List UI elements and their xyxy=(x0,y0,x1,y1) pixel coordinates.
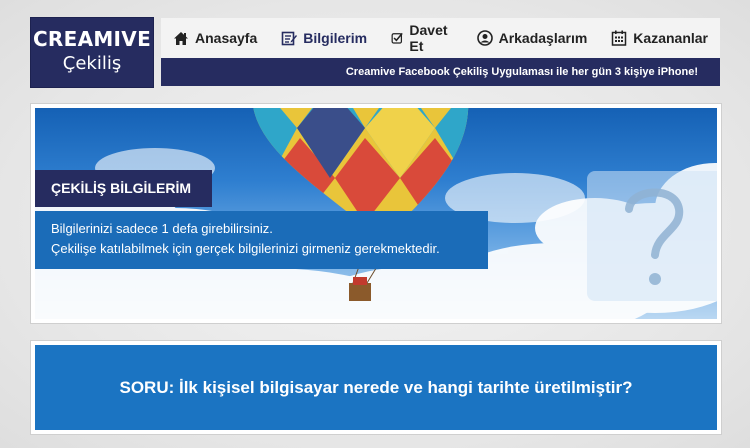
checkbox-icon xyxy=(391,32,403,44)
nav-item-davet-et[interactable]: Davet Et xyxy=(379,18,465,58)
hero-info-box: Bilgilerinizi sadece 1 defa girebilirsin… xyxy=(35,211,488,269)
hero-info-line-1: Bilgilerinizi sadece 1 defa girebilirsin… xyxy=(51,221,273,236)
edit-icon xyxy=(281,31,298,46)
question-mark-panel xyxy=(587,171,717,301)
logo-subtitle: Çekiliş xyxy=(62,53,122,74)
nav-label-kazananlar: Kazananlar xyxy=(633,30,708,46)
nav-label-davet-et: Davet Et xyxy=(409,22,448,54)
nav-label-anasayfa: Anasayfa xyxy=(195,30,258,46)
hero-title: ÇEKİLİŞ BİLGİLERİM xyxy=(35,170,212,207)
main-nav: Anasayfa Bilgilerim Davet Et Arkadaşları… xyxy=(161,18,720,58)
nav-item-arkadaslarim[interactable]: Arkadaşlarım xyxy=(465,18,600,58)
calendar-icon xyxy=(612,30,627,46)
hero-banner: ÇEKİLİŞ BİLGİLERİM Bilgilerinizi sadece … xyxy=(31,104,721,323)
question-banner: SORU: İlk kişisel bilgisayar nerede ve h… xyxy=(31,341,721,434)
nav-item-bilgilerim[interactable]: Bilgilerim xyxy=(269,18,379,58)
announcement-bar: Creamive Facebook Çekiliş Uygulaması ile… xyxy=(161,58,720,86)
question-mark-icon xyxy=(625,188,684,285)
home-icon xyxy=(174,31,188,45)
nav-label-arkadaslarim: Arkadaşlarım xyxy=(498,30,588,46)
nav-item-kazananlar[interactable]: Kazananlar xyxy=(599,18,720,58)
nav-item-anasayfa[interactable]: Anasayfa xyxy=(161,18,269,58)
nav-label-bilgilerim: Bilgilerim xyxy=(303,30,368,46)
hero-info-line-2: Çekilişe katılabilmek için gerçek bilgil… xyxy=(51,241,440,256)
logo-title: CREAMIVE xyxy=(32,27,152,51)
logo[interactable]: CREAMIVE Çekiliş xyxy=(31,18,153,87)
user-icon xyxy=(476,30,493,46)
